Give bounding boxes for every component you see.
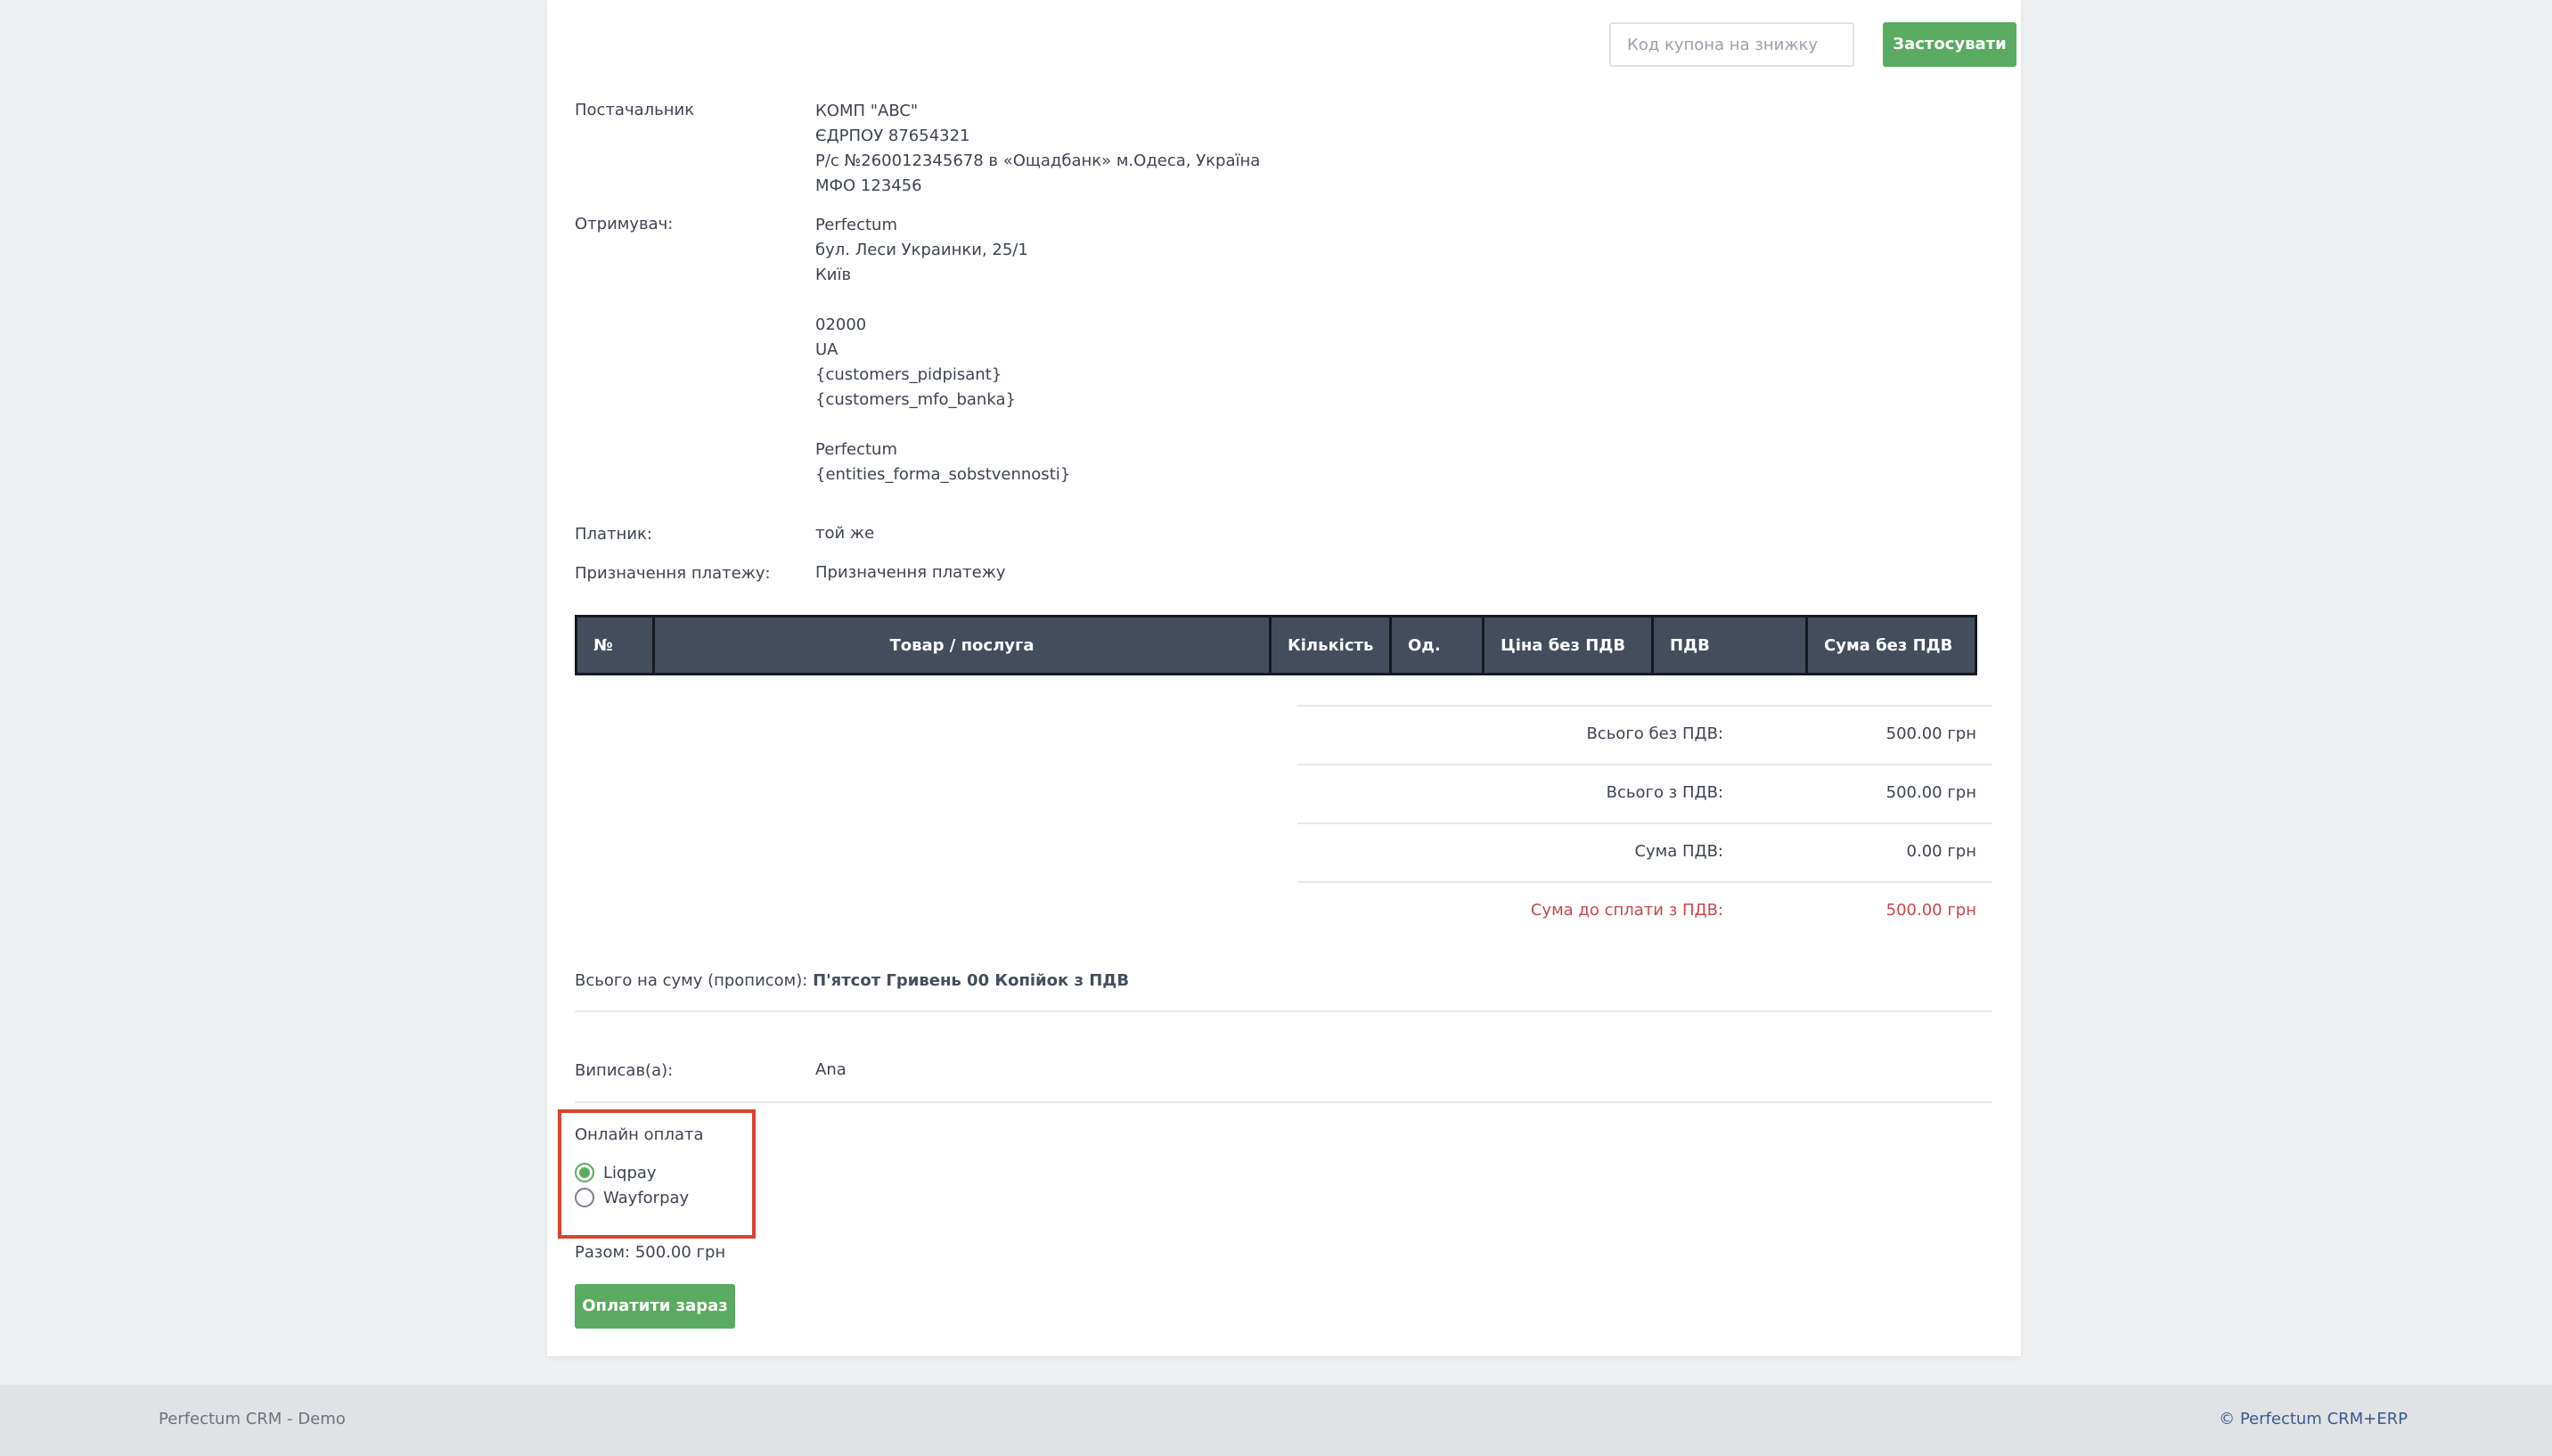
payer-label: Платник: [575,525,652,544]
recipient-line: Perfectum [815,216,897,234]
total-row: Всього з ПДВ: 500.00 грн [1297,764,1992,822]
footer: Perfectum CRM - Demo © Perfectum CRM+ERP [0,1385,2552,1456]
issued-by-label: Виписав(а): [575,1061,674,1080]
col-number: № [577,618,655,673]
amount-in-words-value: П'ятсот Гривень 00 Копійок з ПДВ [813,971,1130,990]
purpose-value: Призначення платежу [815,563,1006,582]
radio-liqpay[interactable] [575,1163,594,1182]
divider [575,1101,1992,1103]
col-price-no-vat: Ціна без ПДВ [1485,618,1654,673]
online-payment-title: Онлайн оплата [575,1125,704,1144]
amount-in-words-label: Всього на суму (прописом): [575,971,808,990]
supplier-line: Р/с №260012345678 в «Ощадбанк» м.Одеса, … [815,151,1261,170]
recipient-line: {customers_mfo_banka} [815,390,1016,409]
total-value: 500.00 грн [1885,724,1976,743]
supplier-label: Постачальник [575,101,695,119]
total-value: 0.00 грн [1906,842,1976,861]
purpose-label: Призначення платежу: [575,564,771,583]
coupon-input[interactable] [1609,22,1854,67]
total-line: Разом: 500.00 грн [575,1243,726,1262]
col-product: Товар / послуга [655,618,1272,673]
footer-copyright-link[interactable]: © Perfectum CRM+ERP [2219,1410,2408,1428]
pay-now-button[interactable]: Оплатити зараз [575,1284,735,1329]
footer-brand: Perfectum CRM - Demo [159,1410,346,1428]
payment-option-wayforpay[interactable]: Wayforpay [575,1188,689,1207]
payer-value: той же [815,524,875,543]
payment-option-label: Wayforpay [603,1188,690,1207]
recipient-label: Отримувач: [575,215,674,233]
amount-in-words: Всього на суму (прописом): П'ятсот Гриве… [575,971,1129,990]
payment-option-liqpay[interactable]: Liqpay [575,1163,657,1182]
total-label: Всього з ПДВ: [1606,783,1723,802]
supplier-line: ЄДРПОУ 87654321 [815,127,970,145]
recipient-line: {entities_forma_sobstvennosti} [815,465,1071,484]
total-label: Всього без ПДВ: [1586,724,1723,743]
recipient-line: Київ [815,266,852,284]
recipient-line [815,288,1070,313]
items-table-header: № Товар / послуга Кількість Од. Ціна без… [575,615,1977,675]
issued-by-value: Ana [815,1060,847,1079]
recipient-line [815,413,1070,438]
total-due-value: 500.00 грн [1885,901,1976,920]
total-row: Сума ПДВ: 0.00 грн [1297,822,1992,881]
recipient-line: 02000 [815,315,867,334]
col-sum-no-vat: Сума без ПДВ [1824,635,1953,655]
total-due-label: Сума до сплати з ПДВ: [1530,901,1723,920]
supplier-line: КОМП "ABC" [815,102,919,120]
col-unit: Од. [1392,618,1485,673]
recipient-line: бул. Леси Украинки, 25/1 [815,241,1028,259]
col-quantity: Кількість [1272,618,1392,673]
recipient-line: Perfectum [815,440,897,459]
radio-wayforpay[interactable] [575,1188,594,1207]
total-row: Всього без ПДВ: 500.00 грн [1297,705,1992,764]
supplier-line: МФО 123456 [815,176,922,195]
recipient-details: Perfectum бул. Леси Украинки, 25/1 Київ … [815,213,1070,487]
invoice-page: Застосувати Постачальник КОМП "ABC" ЄДРП… [547,0,2021,1356]
total-due-row: Сума до сплати з ПДВ: 500.00 грн [1297,881,1992,940]
recipient-line: UA [815,340,838,359]
col-vat: ПДВ [1654,618,1808,673]
divider [575,1010,1992,1012]
total-value: 500.00 грн [1885,783,1976,802]
payment-option-label: Liqpay [603,1163,657,1182]
apply-coupon-button[interactable]: Застосувати [1883,22,2016,67]
total-label: Сума ПДВ: [1634,842,1723,861]
recipient-line: {customers_pidpisant} [815,365,1002,384]
supplier-details: КОМП "ABC" ЄДРПОУ 87654321 Р/с №26001234… [815,99,1260,199]
